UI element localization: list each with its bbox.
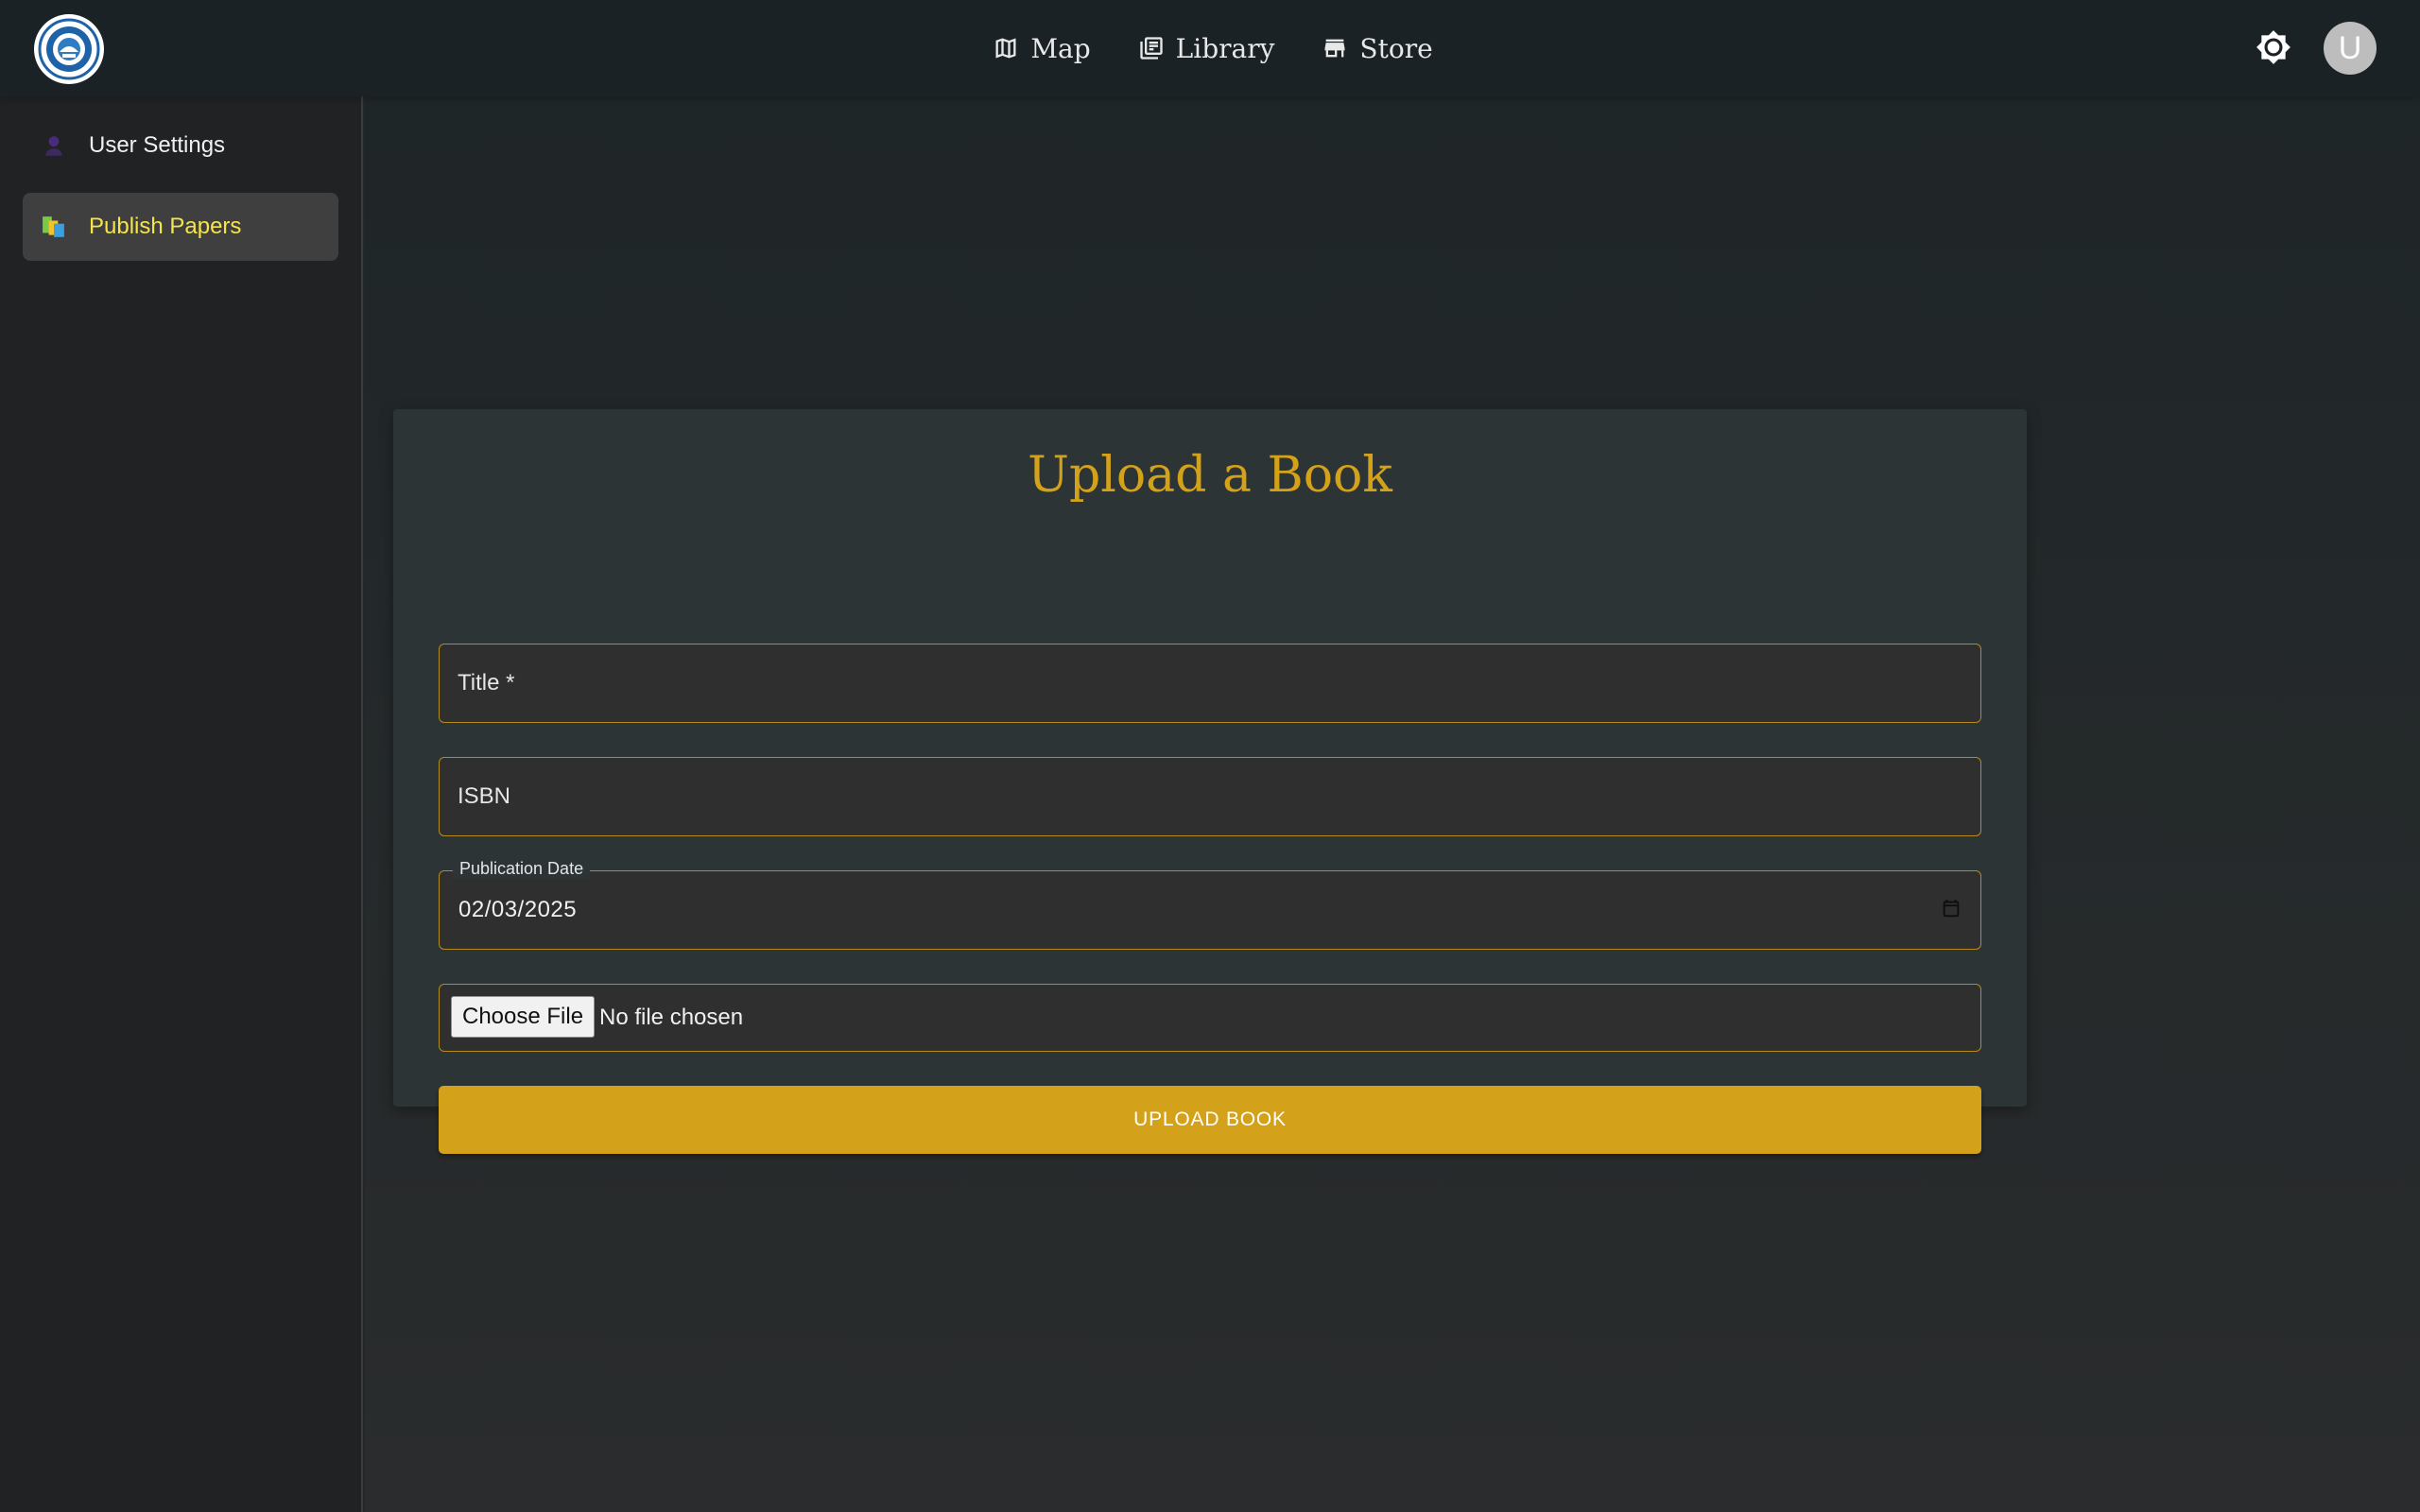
map-icon xyxy=(995,38,1016,59)
file-upload-field: Choose File No file chosen xyxy=(439,984,1981,1052)
upload-book-button[interactable]: UPLOAD BOOK xyxy=(439,1086,1981,1154)
papers-icon xyxy=(43,216,64,237)
calendar-icon[interactable] xyxy=(1941,898,1962,919)
sidebar-item-user-settings[interactable]: User Settings xyxy=(23,112,338,180)
brightness-icon xyxy=(2256,30,2290,64)
choose-file-button[interactable]: Choose File xyxy=(451,996,596,1038)
nav-library[interactable]: Library xyxy=(1138,32,1275,64)
main-content: Upload a Book Title * ISBN Publication D… xyxy=(365,96,2420,1512)
nav-map-label: Map xyxy=(1030,32,1091,64)
theme-toggle-button[interactable] xyxy=(2255,28,2292,66)
publication-date-field[interactable]: Publication Date 02/03/2025 xyxy=(439,859,1981,950)
upload-book-card: Upload a Book Title * ISBN Publication D… xyxy=(393,409,2027,1154)
store-icon xyxy=(1324,39,1345,58)
nav-map[interactable]: Map xyxy=(993,32,1091,64)
title-placeholder: Title * xyxy=(458,670,515,696)
publication-date-value: 02/03/2025 xyxy=(458,897,578,922)
title-input[interactable]: Title * xyxy=(439,644,1981,723)
sidebar-item-label: User Settings xyxy=(89,132,226,158)
sidebar-item-publish-papers[interactable]: Publish Papers xyxy=(23,193,338,261)
nav-store[interactable]: Store xyxy=(1322,32,1433,64)
sidebar-item-label: Publish Papers xyxy=(89,214,242,239)
avatar-letter: U xyxy=(2338,29,2362,66)
file-status-text: No file chosen xyxy=(599,1005,744,1030)
isbn-placeholder: ISBN xyxy=(458,783,511,809)
seal-logo-graphic xyxy=(38,18,100,80)
sidebar: User Settings Publish Papers xyxy=(0,96,363,1512)
top-app-bar: Map Library Store U xyxy=(0,0,2420,96)
top-navigation: Map Library Store xyxy=(0,0,2420,96)
user-icon xyxy=(45,136,62,156)
seal-logo-icon[interactable] xyxy=(34,14,104,84)
nav-library-label: Library xyxy=(1175,32,1275,64)
page-title: Upload a Book xyxy=(1028,447,1392,504)
nav-store-label: Store xyxy=(1359,32,1433,64)
avatar[interactable]: U xyxy=(2324,22,2377,75)
isbn-input[interactable]: ISBN xyxy=(439,757,1981,836)
library-icon xyxy=(1139,37,1163,60)
